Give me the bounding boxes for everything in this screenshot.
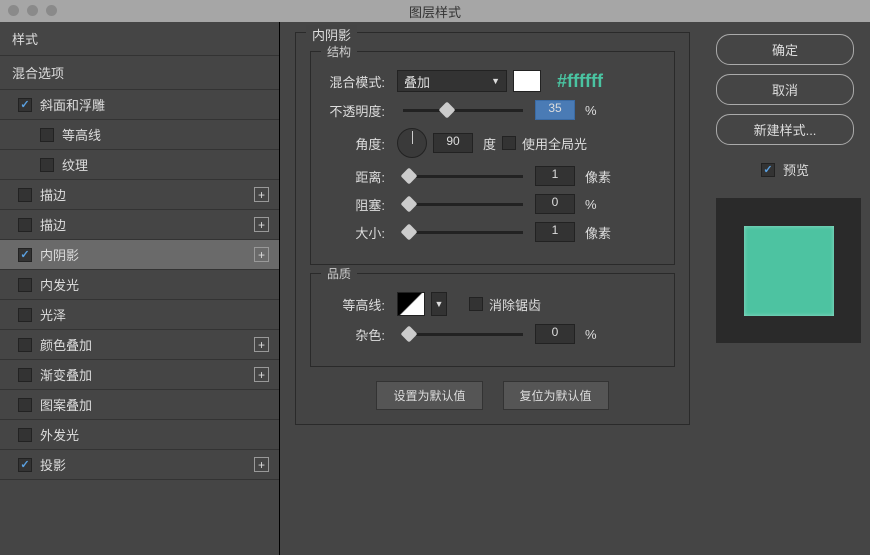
distance-label: 距离: [325, 167, 385, 186]
style-checkbox[interactable] [18, 428, 32, 442]
styles-sidebar: 样式 混合选项 斜面和浮雕等高线纹理描边+描边+内阴影+内发光光泽颜色叠加+渐变… [0, 22, 280, 555]
contour-dropdown[interactable]: ▼ [431, 292, 447, 316]
style-label: 光泽 [40, 305, 66, 324]
style-item-0[interactable]: 斜面和浮雕 [0, 90, 279, 120]
style-item-8[interactable]: 颜色叠加 + [0, 330, 279, 360]
contour-swatch[interactable] [397, 292, 425, 316]
style-checkbox[interactable] [18, 98, 32, 112]
new-style-button[interactable]: 新建样式... [716, 114, 854, 145]
opacity-slider[interactable] [403, 109, 523, 112]
contour-label: 等高线: [325, 295, 385, 314]
hex-annotation: #ffffff [557, 71, 603, 92]
style-item-3[interactable]: 描边 + [0, 180, 279, 210]
style-checkbox[interactable] [18, 338, 32, 352]
size-input[interactable]: 1 [535, 222, 575, 242]
style-label: 描边 [40, 215, 66, 234]
style-checkbox[interactable] [18, 248, 32, 262]
blend-mode-label: 混合模式: [325, 72, 385, 91]
angle-label: 角度: [325, 134, 385, 153]
structure-title: 结构 [321, 43, 357, 60]
style-item-2[interactable]: 纹理 [0, 150, 279, 180]
noise-label: 杂色: [325, 325, 385, 344]
style-checkbox[interactable] [18, 188, 32, 202]
style-checkbox[interactable] [18, 278, 32, 292]
style-label: 等高线 [62, 125, 101, 144]
style-label: 内阴影 [40, 245, 79, 264]
style-item-9[interactable]: 渐变叠加 + [0, 360, 279, 390]
opacity-label: 不透明度: [325, 101, 385, 120]
choke-label: 阻塞: [325, 195, 385, 214]
plus-icon[interactable]: + [254, 187, 269, 202]
section-blend-options[interactable]: 混合选项 [0, 56, 279, 90]
plus-icon[interactable]: + [254, 337, 269, 352]
plus-icon[interactable]: + [254, 217, 269, 232]
chevron-down-icon: ▼ [435, 299, 444, 309]
style-checkbox[interactable] [18, 458, 32, 472]
angle-dial[interactable] [397, 128, 427, 158]
style-label: 内发光 [40, 275, 79, 294]
preview-checkbox[interactable] [761, 163, 775, 177]
make-default-button[interactable]: 设置为默认值 [376, 381, 482, 410]
global-light-label: 使用全局光 [522, 134, 587, 153]
noise-slider[interactable] [403, 333, 523, 336]
style-label: 外发光 [40, 425, 79, 444]
angle-input[interactable]: 90 [433, 133, 473, 153]
style-label: 描边 [40, 185, 66, 204]
style-label: 颜色叠加 [40, 335, 92, 354]
distance-slider[interactable] [403, 175, 523, 178]
plus-icon[interactable]: + [254, 457, 269, 472]
plus-icon[interactable]: + [254, 367, 269, 382]
size-label: 大小: [325, 223, 385, 242]
style-item-1[interactable]: 等高线 [0, 120, 279, 150]
chevron-down-icon: ▼ [491, 76, 500, 86]
antialias-checkbox[interactable] [469, 297, 483, 311]
choke-slider[interactable] [403, 203, 523, 206]
style-checkbox[interactable] [18, 398, 32, 412]
ok-button[interactable]: 确定 [716, 34, 854, 65]
panel-title: 内阴影 [306, 25, 357, 44]
style-checkbox[interactable] [40, 158, 54, 172]
noise-input[interactable]: 0 [535, 324, 575, 344]
style-item-5[interactable]: 内阴影 + [0, 240, 279, 270]
style-item-4[interactable]: 描边 + [0, 210, 279, 240]
distance-input[interactable]: 1 [535, 166, 575, 186]
window-controls[interactable] [8, 5, 57, 16]
color-swatch[interactable] [513, 70, 541, 92]
style-item-6[interactable]: 内发光 [0, 270, 279, 300]
preview-label: 预览 [783, 160, 809, 179]
section-styles[interactable]: 样式 [0, 22, 279, 56]
cancel-button[interactable]: 取消 [716, 74, 854, 105]
choke-input[interactable]: 0 [535, 194, 575, 214]
global-light-checkbox[interactable] [502, 136, 516, 150]
size-slider[interactable] [403, 231, 523, 234]
style-label: 斜面和浮雕 [40, 95, 105, 114]
window-title: 图层样式 [409, 2, 461, 21]
style-checkbox[interactable] [18, 308, 32, 322]
style-label: 渐变叠加 [40, 365, 92, 384]
right-panel: 确定 取消 新建样式... 预览 [700, 22, 870, 555]
style-item-12[interactable]: 投影 + [0, 450, 279, 480]
style-item-10[interactable]: 图案叠加 [0, 390, 279, 420]
style-label: 投影 [40, 455, 66, 474]
antialias-label: 消除锯齿 [489, 295, 541, 314]
style-item-11[interactable]: 外发光 [0, 420, 279, 450]
style-label: 纹理 [62, 155, 88, 174]
title-bar: 图层样式 [0, 0, 870, 22]
reset-default-button[interactable]: 复位为默认值 [503, 381, 609, 410]
style-checkbox[interactable] [18, 368, 32, 382]
preview-swatch [744, 226, 834, 316]
quality-title: 品质 [321, 265, 357, 282]
opacity-input[interactable]: 35 [535, 100, 575, 120]
style-label: 图案叠加 [40, 395, 92, 414]
style-checkbox[interactable] [40, 128, 54, 142]
settings-panel: 内阴影 结构 混合模式: 叠加 ▼ #ffffff 不透明度: 35 % [280, 22, 700, 555]
blend-mode-select[interactable]: 叠加 ▼ [397, 70, 507, 92]
plus-icon[interactable]: + [254, 247, 269, 262]
style-checkbox[interactable] [18, 218, 32, 232]
style-item-7[interactable]: 光泽 [0, 300, 279, 330]
preview-box [716, 198, 861, 343]
